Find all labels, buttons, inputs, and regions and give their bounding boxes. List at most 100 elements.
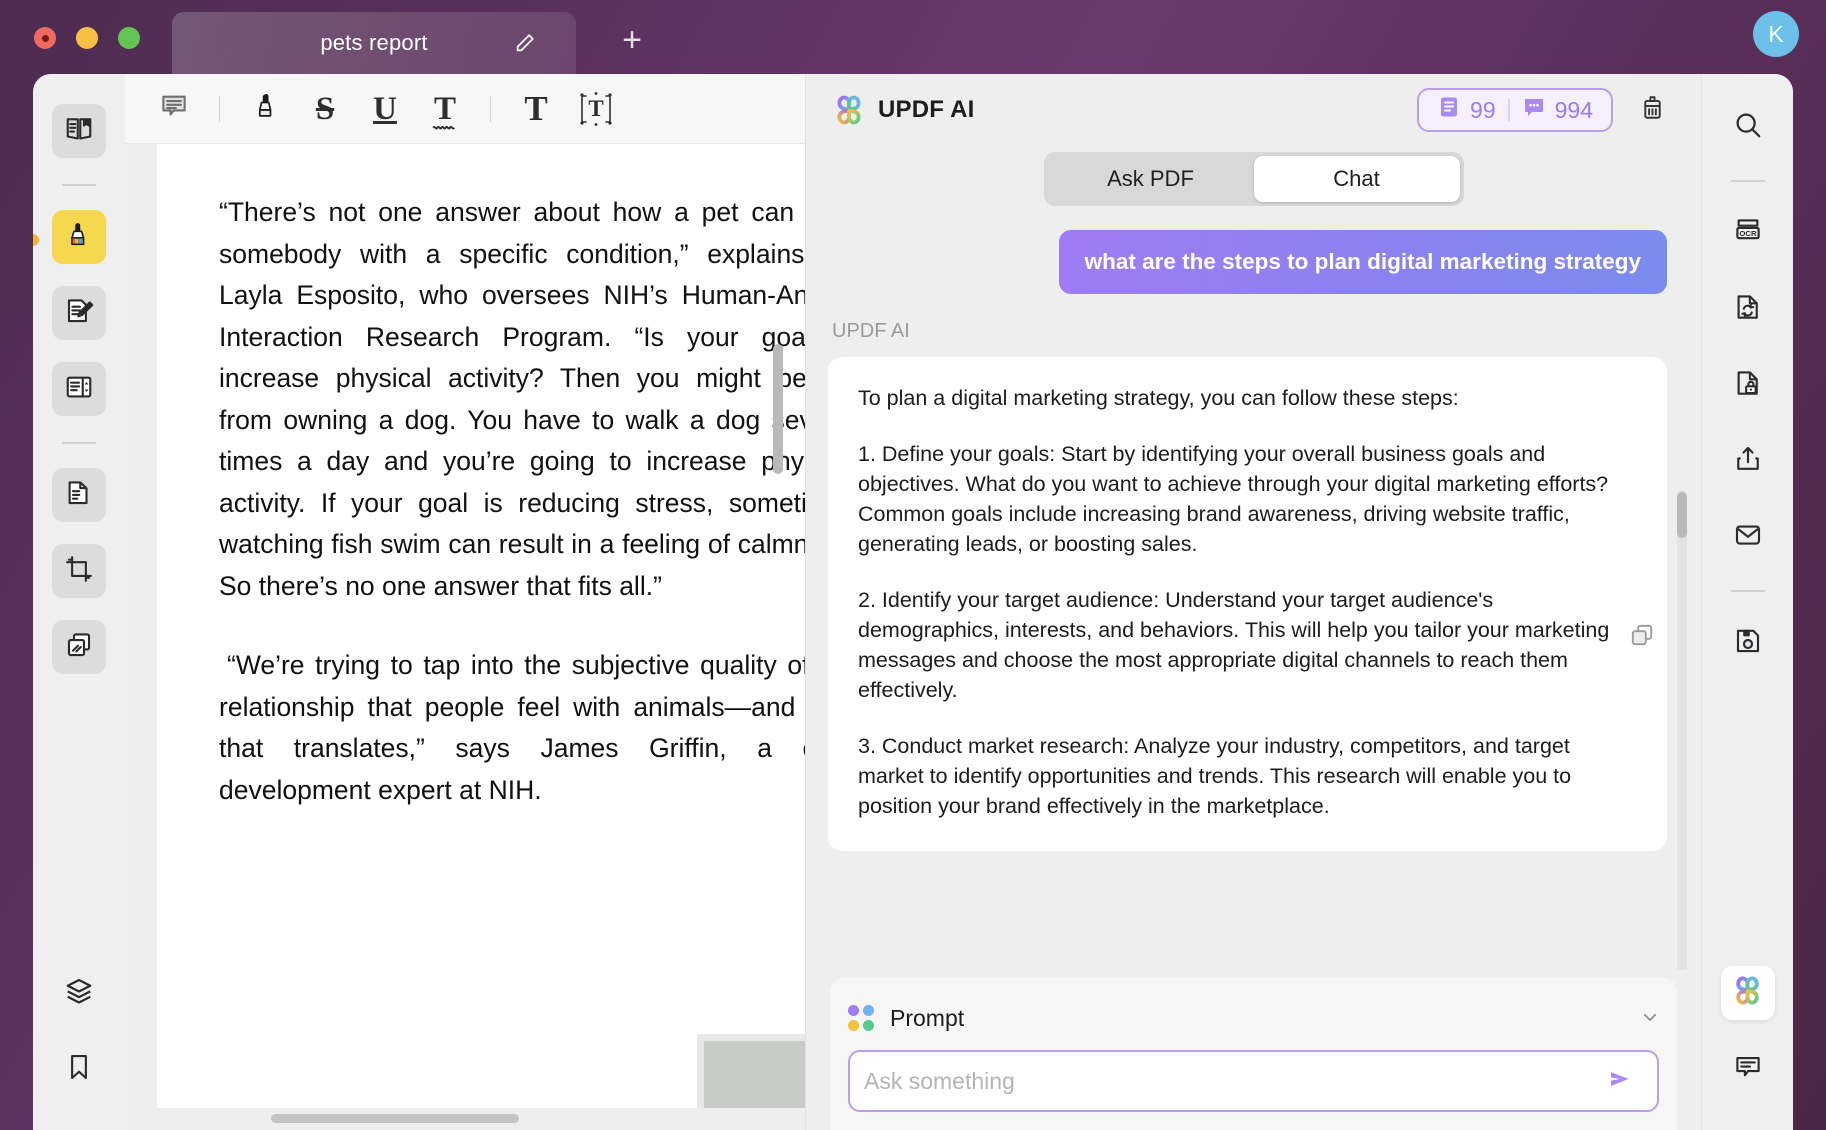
chevron-down-icon[interactable] [1641,1008,1659,1029]
document-vertical-scrollbar[interactable] [773,344,783,474]
bookmark-icon [64,1052,94,1087]
ai-mode-segmented-control: Ask PDF Chat [1044,152,1464,206]
rail-divider [1731,590,1765,592]
sidebar-item-protect[interactable] [1721,358,1775,412]
chat-credits-count: 994 [1555,97,1593,124]
sidebar-item-save[interactable] [1721,616,1775,670]
squiggly-underline-tool-button[interactable]: T [418,85,472,133]
highlighter-icon [64,220,94,255]
tab-chat[interactable]: Chat [1254,156,1460,202]
annotation-toolbar: S U T T [125,74,805,144]
sidebar-item-share[interactable] [1721,434,1775,488]
chat-input[interactable] [864,1068,1601,1095]
maximize-window-button[interactable] [118,27,140,49]
convert-icon [1733,292,1763,327]
chat-input-wrapper[interactable] [848,1050,1659,1112]
send-button[interactable] [1601,1061,1641,1101]
document-horizontal-scrollbar[interactable] [125,1108,805,1130]
toolbar-divider [219,96,220,122]
assistant-paragraph: 2. Identify your target audience: Unders… [858,585,1637,705]
prompt-dots-icon [848,1005,874,1031]
new-tab-button[interactable]: + [612,22,652,62]
search-icon [1733,110,1763,145]
chat-vertical-scrollbar[interactable] [1677,492,1687,538]
pdf-paragraph: “We’re trying to tap into the subjective… [219,645,805,811]
window-controls [34,27,140,49]
share-icon [1733,444,1763,479]
strikethrough-tool-button[interactable]: S [298,85,352,133]
toolbar-divider [490,96,491,122]
credits-badge[interactable]: 99 994 [1417,88,1613,132]
sidebar-item-comment[interactable] [52,210,106,264]
sidebar-item-crop[interactable] [52,544,106,598]
chat-composer: Prompt [830,978,1677,1130]
sidebar-item-email[interactable] [1721,510,1775,564]
close-window-button[interactable] [34,27,56,49]
squiggly-underline-icon: T [434,92,456,126]
sidebar-item-search[interactable] [1721,100,1775,154]
ai-panel-title: UPDF AI [878,96,975,124]
app-window: pets report + K [0,0,1826,1130]
sidebar-item-convert[interactable] [1721,282,1775,336]
sidebar-item-reader[interactable] [52,104,106,158]
sidebar-item-updf-ai[interactable] [1721,966,1775,1020]
svg-text:OCR: OCR [1739,229,1757,238]
assistant-message-bubble: To plan a digital marketing strategy, yo… [828,357,1667,851]
save-icon [1733,626,1763,661]
edit-pdf-icon [64,296,94,331]
clear-chat-button[interactable] [1629,87,1675,133]
assistant-paragraph: 3. Conduct market research: Analyze your… [858,731,1637,821]
sidebar-item-layers[interactable] [52,966,106,1020]
sidebar-item-edit-pdf[interactable] [52,286,106,340]
pdf-paragraph: “There’s not one answer about how a pet … [219,192,805,607]
copy-icon[interactable] [1629,622,1655,648]
prompt-selector[interactable]: Prompt [848,992,1659,1044]
protect-icon [1733,368,1763,403]
document-credits-icon [1437,95,1461,125]
email-icon [1733,520,1763,555]
underline-tool-button[interactable]: U [358,85,412,133]
chat-credits: 994 [1522,95,1593,125]
minimize-window-button[interactable] [76,27,98,49]
avatar[interactable]: K [1753,11,1799,57]
chat-credits-icon [1522,95,1546,125]
text-icon: T [524,91,547,127]
updf-ai-icon [1731,974,1764,1012]
clear-brush-icon [1639,94,1666,126]
comment-icon [159,91,189,126]
document-tab[interactable]: pets report [172,12,576,74]
prompt-label: Prompt [890,1005,964,1032]
rename-tab-icon[interactable] [514,32,536,54]
rail-divider [62,184,96,186]
page-viewport[interactable]: “There’s not one answer about how a pet … [125,144,805,1130]
sidebar-item-comments-panel[interactable] [1721,1042,1775,1096]
assistant-paragraph: To plan a digital marketing strategy, yo… [858,383,1637,413]
pdf-page-text: “There’s not one answer about how a pet … [157,144,805,811]
horizontal-scrollbar-thumb[interactable] [271,1114,519,1123]
sidebar-item-organize-pages[interactable] [52,468,106,522]
left-toolbar-rail [33,74,125,1130]
sidebar-item-ocr[interactable]: OCR [1721,206,1775,260]
sidebar-item-page-layout[interactable] [52,362,106,416]
comment-tool-button[interactable] [147,85,201,133]
sidebar-item-batch[interactable] [52,620,106,674]
sidebar-item-bookmark[interactable] [52,1042,106,1096]
ai-tabs-wrapper: Ask PDF Chat [806,146,1701,222]
layers-icon [64,976,94,1011]
title-bar: pets report + K [0,0,1826,74]
text-tool-button[interactable]: T [509,85,563,133]
right-toolbar-rail: OCR [1701,74,1793,1130]
highlight-tool-button[interactable] [238,85,292,133]
text-box-tool-button[interactable]: T [569,85,623,133]
document-credits: 99 [1437,95,1496,125]
ai-panel: UPDF AI 99 [805,74,1701,1130]
send-icon [1606,1064,1636,1099]
ai-panel-header: UPDF AI 99 [806,74,1701,146]
batch-icon [64,630,94,665]
chat-scroll-area[interactable]: what are the steps to plan digital marke… [806,222,1701,970]
text-box-icon: T [576,89,616,129]
credits-divider [1508,99,1510,121]
unsaved-indicator-dot [33,234,39,246]
tab-ask-pdf[interactable]: Ask PDF [1048,156,1254,202]
pdf-page: “There’s not one answer about how a pet … [157,144,805,1130]
